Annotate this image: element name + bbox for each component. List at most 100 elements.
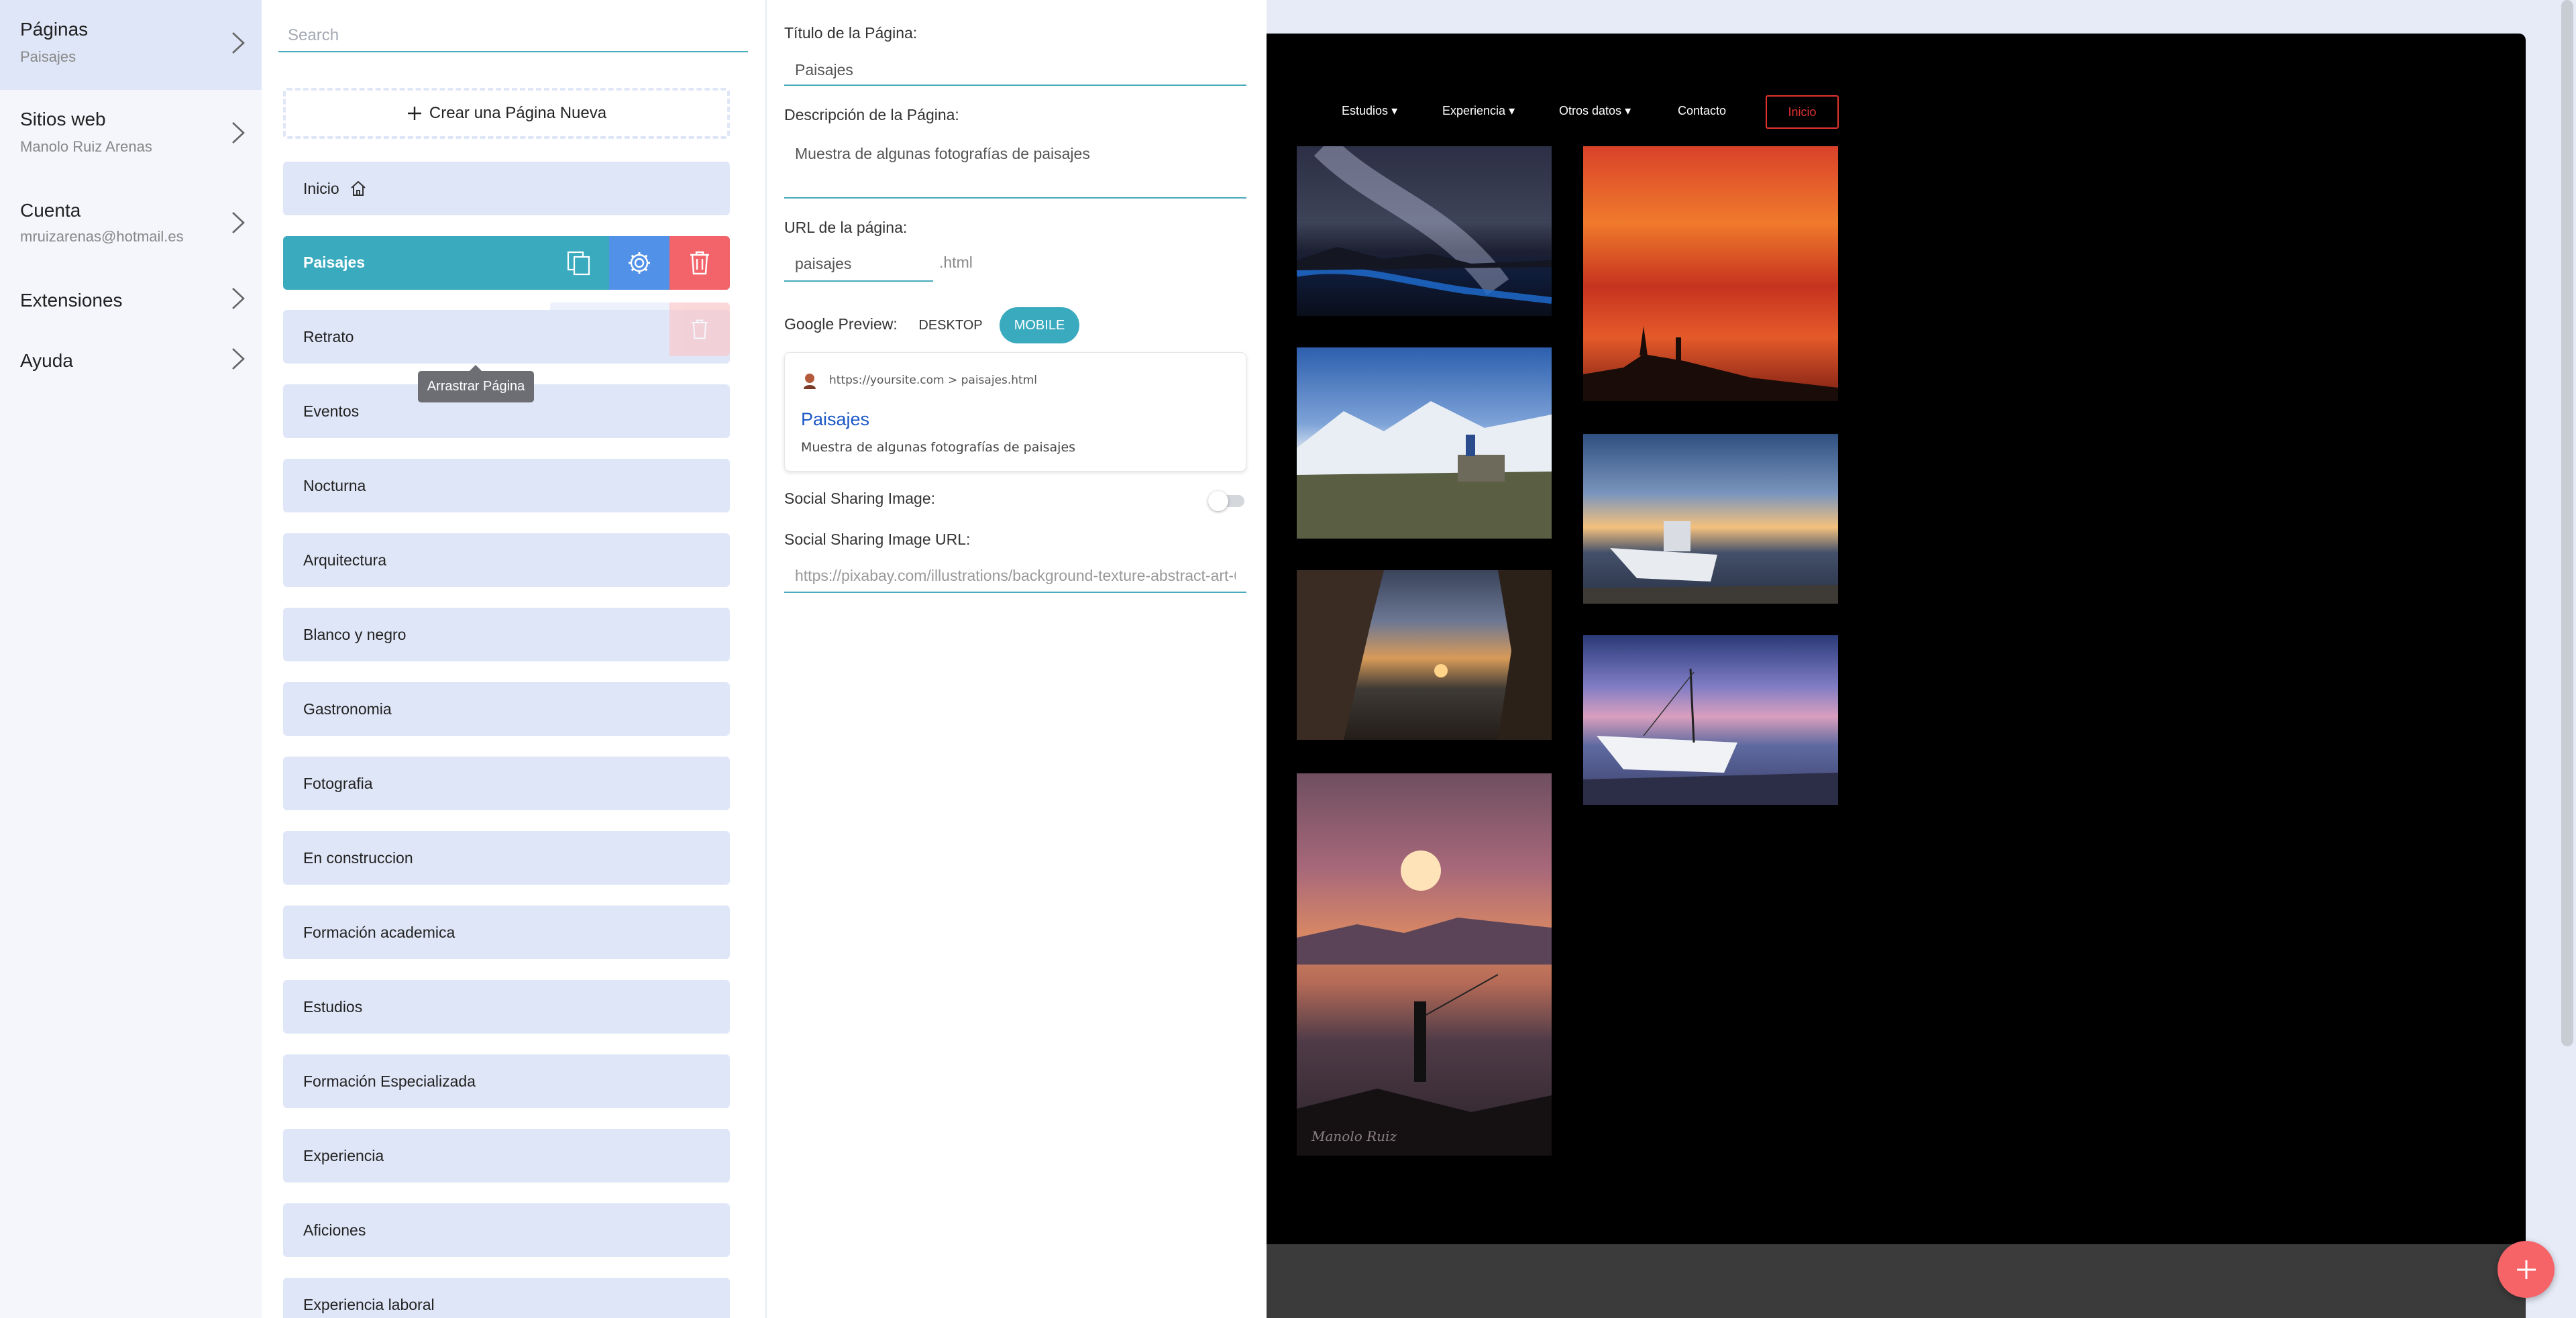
nav-item-title: Páginas xyxy=(20,19,89,40)
favicon xyxy=(804,374,816,389)
photo-cave-sunset[interactable] xyxy=(1297,570,1552,740)
site-nav-label: Otros datos xyxy=(1559,104,1622,117)
page-item-label: Experiencia xyxy=(303,1146,384,1164)
page-item-experiencia-laboral[interactable]: Experiencia laboral xyxy=(283,1278,730,1318)
site-frame: Estudios ▾ Experiencia ▾ Otros datos ▾ C… xyxy=(1267,34,2526,1244)
page-item-label: Retrato xyxy=(303,327,354,345)
page-url-label: URL de la página: xyxy=(784,219,908,236)
chevron-right-icon xyxy=(232,122,245,144)
preview-mobile-button[interactable]: MOBILE xyxy=(1000,307,1079,343)
site-nav-label: Experiencia xyxy=(1442,104,1506,117)
page-item-formacion-academica[interactable]: Formación academica xyxy=(283,905,730,959)
nav-item-extensiones[interactable]: Extensiones xyxy=(0,270,262,330)
nav-item-title: Cuenta xyxy=(20,200,81,221)
search-input[interactable] xyxy=(278,20,748,52)
google-preview-label: Google Preview: xyxy=(784,315,898,333)
page-title-label: Título de la Página: xyxy=(784,24,918,42)
main-nav: Páginas Paisajes Sitios web Manolo Ruiz … xyxy=(0,0,262,1318)
social-image-label: Social Sharing Image: xyxy=(784,490,936,507)
page-item-inicio[interactable]: Inicio xyxy=(283,162,730,215)
photo-mountains[interactable] xyxy=(1297,347,1552,539)
cave-graphic xyxy=(1297,570,1552,740)
site-nav-estudios[interactable]: Estudios ▾ xyxy=(1342,104,1397,118)
nav-item-title: Ayuda xyxy=(20,350,73,371)
create-page-label: Crear una Página Nueva xyxy=(429,104,607,122)
pages-panel: Crear una Página Nueva Inicio Paisajes R… xyxy=(262,0,1023,1318)
page-item-label: Estudios xyxy=(303,997,363,1015)
home-icon xyxy=(351,180,366,196)
nav-item-title: Extensiones xyxy=(20,290,123,311)
site-preview: Estudios ▾ Experiencia ▾ Otros datos ▾ C… xyxy=(1267,0,2576,1318)
page-item-estudios[interactable]: Estudios xyxy=(283,980,730,1034)
page-item-label: Paisajes xyxy=(303,254,366,271)
site-nav-contacto[interactable]: Contacto xyxy=(1678,104,1726,118)
chevron-right-icon xyxy=(232,212,245,233)
page-item-formacion-especializada[interactable]: Formación Especializada xyxy=(283,1054,730,1108)
preview-desktop-button[interactable]: DESKTOP xyxy=(913,307,988,343)
nav-item-subtitle: Manolo Ruiz Arenas xyxy=(20,138,152,155)
page-description-label: Descripción de la Página: xyxy=(784,106,959,123)
page-item-blanco-y-negro[interactable]: Blanco y negro xyxy=(283,608,730,661)
page-title-field[interactable] xyxy=(784,55,1246,86)
plus-icon xyxy=(407,107,421,120)
nav-item-sitios-web[interactable]: Sitios web Manolo Ruiz Arenas xyxy=(0,90,262,180)
site-scrollbar[interactable] xyxy=(2561,0,2573,1046)
copy-icon xyxy=(567,251,590,276)
social-image-url-label: Social Sharing Image URL: xyxy=(784,531,971,548)
photo-watermark: Manolo Ruiz xyxy=(1311,1128,1397,1144)
site-inicio-button[interactable]: Inicio xyxy=(1766,95,1839,129)
site-nav-otros-datos[interactable]: Otros datos ▾ xyxy=(1559,104,1631,118)
photo-boat-purple-sky[interactable] xyxy=(1583,635,1838,805)
gear-icon xyxy=(629,252,650,274)
milky-way-graphic xyxy=(1297,146,1552,304)
nav-item-ayuda[interactable]: Ayuda xyxy=(0,330,262,390)
create-page-button[interactable]: Crear una Página Nueva xyxy=(283,88,730,139)
nav-item-cuenta[interactable]: Cuenta mruizarenas@hotmail.es xyxy=(0,180,262,270)
photo-milky-way[interactable] xyxy=(1297,146,1552,316)
caret-down-icon: ▾ xyxy=(1509,104,1515,117)
page-url-field[interactable] xyxy=(784,247,933,282)
page-settings-panel: Título de la Página: Descripción de la P… xyxy=(767,0,1267,1318)
page-item-label: Eventos xyxy=(303,402,360,420)
site-nav-experiencia[interactable]: Experiencia ▾ xyxy=(1442,104,1515,118)
page-item-nocturna[interactable]: Nocturna xyxy=(283,459,730,512)
trash-icon xyxy=(690,251,709,275)
page-item-label: Experiencia laboral xyxy=(303,1295,435,1313)
preview-title[interactable]: Paisajes xyxy=(801,409,869,430)
page-settings-button[interactable] xyxy=(609,236,669,290)
page-item-gastronomia[interactable]: Gastronomia xyxy=(283,682,730,736)
photo-boat-sunset[interactable] xyxy=(1583,434,1838,604)
social-image-toggle[interactable] xyxy=(1208,491,1244,511)
page-url-extension: .html xyxy=(939,254,973,271)
page-item-label: Fotografia xyxy=(303,774,373,792)
add-fab-button[interactable] xyxy=(2498,1241,2555,1298)
trash-icon xyxy=(692,319,708,339)
duplicate-page-button[interactable] xyxy=(549,236,609,290)
photo-fisherman[interactable]: Manolo Ruiz xyxy=(1297,773,1552,1156)
page-item-label: Aficiones xyxy=(303,1221,366,1239)
google-preview-card: https://yoursite.com > paisajes.html Pai… xyxy=(784,352,1246,472)
boat-graphic-2 xyxy=(1583,668,1838,805)
nav-item-subtitle: mruizarenas@hotmail.es xyxy=(20,228,184,245)
page-item-experiencia[interactable]: Experiencia xyxy=(283,1129,730,1183)
drag-tooltip: Arrastrar Página xyxy=(418,365,534,402)
page-item-label: Nocturna xyxy=(303,476,366,494)
drag-ghost xyxy=(550,303,671,356)
nav-item-subtitle: Paisajes xyxy=(20,48,76,65)
page-item-paisajes[interactable]: Paisajes xyxy=(283,236,730,290)
site-footer xyxy=(1267,1244,2526,1318)
photo-red-sky-lighthouse[interactable] xyxy=(1583,146,1838,401)
page-description-field[interactable]: Muestra de algunas fotografías de paisaj… xyxy=(784,138,1246,199)
page-item-en-construccion[interactable]: En construccion xyxy=(283,831,730,885)
social-image-url-field[interactable] xyxy=(784,559,1246,593)
nav-item-paginas[interactable]: Páginas Paisajes xyxy=(0,0,262,90)
chevron-right-icon xyxy=(232,348,245,370)
page-item-aficiones[interactable]: Aficiones xyxy=(283,1203,730,1257)
mountains-graphic xyxy=(1297,401,1552,539)
delete-page-button[interactable] xyxy=(669,236,730,290)
page-item-fotografia[interactable]: Fotografia xyxy=(283,757,730,810)
page-item-label: Arquitectura xyxy=(303,551,387,569)
caret-down-icon: ▾ xyxy=(1625,104,1631,117)
page-item-arquitectura[interactable]: Arquitectura xyxy=(283,533,730,587)
page-item-label: Formación Especializada xyxy=(303,1072,476,1090)
